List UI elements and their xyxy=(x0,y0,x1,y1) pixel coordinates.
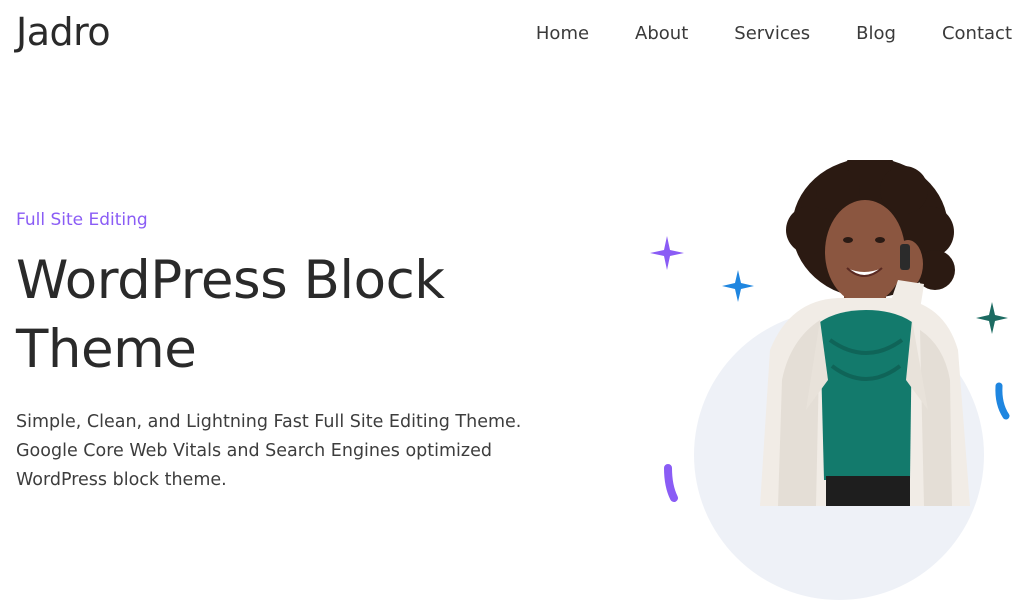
site-logo[interactable]: Jadro xyxy=(16,10,111,54)
hero-illustration xyxy=(620,160,1024,600)
nav-contact[interactable]: Contact xyxy=(942,22,1012,46)
purple-star-icon xyxy=(650,236,684,270)
hero-eyebrow: Full Site Editing xyxy=(16,210,148,230)
hero-description: Simple, Clean, and Lightning Fast Full S… xyxy=(16,412,522,490)
purple-stroke-decoration xyxy=(664,464,678,502)
nav-blog[interactable]: Blog xyxy=(856,22,896,46)
nav-services[interactable]: Services xyxy=(734,22,810,46)
hero-section: Full Site Editing WordPress Block Theme … xyxy=(16,206,576,495)
site-header: Jadro Home About Services Blog Contact xyxy=(0,0,1024,70)
main-nav: Home About Services Blog Contact xyxy=(536,22,1012,46)
hero-title: WordPress Block Theme xyxy=(16,250,445,380)
teal-star-icon xyxy=(976,302,1008,334)
nav-home[interactable]: Home xyxy=(536,22,589,46)
nav-about[interactable]: About xyxy=(635,22,688,46)
blue-stroke-decoration xyxy=(995,382,1010,420)
woman-on-phone-image xyxy=(760,160,970,506)
